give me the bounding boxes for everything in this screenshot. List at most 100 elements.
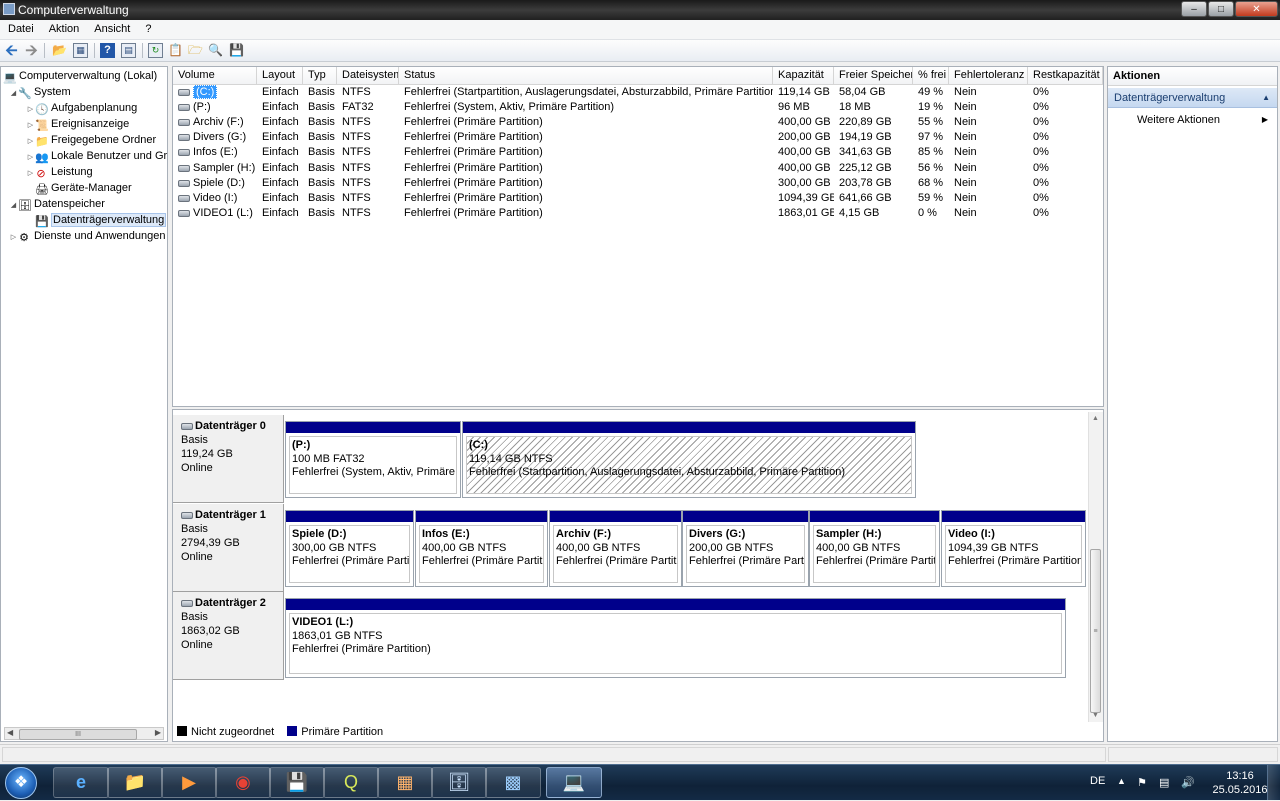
partition-block[interactable]: (P:) 100 MB FAT32 Fehlerfrei (System, Akti… xyxy=(285,421,461,498)
tree-item-leistung[interactable]: ▷ ⊘ Leistung xyxy=(26,164,93,180)
disk-label[interactable]: Datenträger 2 Basis 1863,02 GB Online xyxy=(173,592,284,680)
table-row[interactable]: Divers (G:) Einfach Basis NTFS Fehlerfrei (P… xyxy=(173,130,1103,145)
table-cell: Fehlerfrei (Primäre Partition) xyxy=(404,116,543,129)
disk-label[interactable]: Datenträger 1 Basis 2794,39 GB Online xyxy=(173,504,284,592)
column-header-5[interactable]: Kapazität xyxy=(773,67,834,84)
table-row[interactable]: Video (I:) Einfach Basis NTFS Fehlerfrei (Pr… xyxy=(173,191,1103,206)
column-header-9[interactable]: Restkapazität xyxy=(1028,67,1103,84)
network-icon[interactable]: ▤ xyxy=(1159,776,1169,789)
table-row[interactable]: Sampler (H:) Einfach Basis NTFS Fehlerfrei (… xyxy=(173,161,1103,176)
media-player-icon[interactable]: ▶ xyxy=(161,767,217,798)
tree-item-geraete-manager[interactable]: 🖨 Geräte-Manager xyxy=(35,180,132,196)
column-header-6[interactable]: Freier Speicher xyxy=(834,67,913,84)
tree-item-datenspeicher[interactable]: ◢ 🗄 Datenspeicher xyxy=(9,196,105,212)
clock[interactable]: 13:16 25.05.2016 xyxy=(1210,769,1270,797)
control-panel-icon[interactable]: ▩ xyxy=(485,767,541,798)
scroll-thumb[interactable]: III xyxy=(19,729,137,740)
up-folder-icon[interactable]: 📂 xyxy=(52,43,67,58)
computer-management-icon[interactable]: 💻 xyxy=(546,767,602,798)
column-header-8[interactable]: Fehlertoleranz xyxy=(949,67,1028,84)
tree-item-root[interactable]: 💻 Computerverwaltung (Lokal) xyxy=(3,68,157,84)
tree-item-ereignisanzeige[interactable]: ▷ 📜 Ereignisanzeige xyxy=(26,116,129,132)
table-cell: Fehlerfrei (Primäre Partition) xyxy=(404,176,543,189)
collapse-arrow-icon[interactable]: ◢ xyxy=(9,86,18,102)
partition-block[interactable]: Infos (E:) 400,00 GB NTFS Fehlerfrei (Prim… xyxy=(415,510,548,587)
volume-label: Archiv (F:) xyxy=(193,116,244,129)
partition-block[interactable]: Archiv (F:) 400,00 GB NTFS Fehlerfrei (Pri… xyxy=(549,510,682,587)
column-header-1[interactable]: Layout xyxy=(257,67,303,84)
table-row[interactable]: Archiv (F:) Einfach Basis NTFS Fehlerfrei (P… xyxy=(173,115,1103,130)
close-button[interactable]: ✕ xyxy=(1235,1,1278,17)
partition-block[interactable]: Sampler (H:) 400,00 GB NTFS Fehlerfrei (Pr… xyxy=(809,510,940,587)
collapse-up-icon[interactable]: ▲ xyxy=(1262,88,1270,108)
partition-block[interactable]: Divers (G:) 200,00 GB NTFS Fehlerfrei (Pri… xyxy=(682,510,809,587)
start-button[interactable]: ❖ xyxy=(5,767,37,799)
disk-view-scrollbar[interactable]: ▲ ≡ ▼ xyxy=(1088,412,1103,722)
expand-arrow-icon[interactable]: ▷ xyxy=(26,166,35,182)
tree-item-aufgabenplanung[interactable]: ▷ 🕓 Aufgabenplanung xyxy=(26,100,137,116)
table-row[interactable]: (C:) Einfach Basis NTFS Fehlerfrei (Startpar… xyxy=(173,85,1103,100)
export-icon[interactable]: 💾 xyxy=(229,43,244,58)
partition-block[interactable]: VIDEO1 (L:) 1863,01 GB NTFS Fehlerfrei (Pr… xyxy=(285,598,1066,678)
action-center-icon[interactable]: ⚑ xyxy=(1137,776,1147,789)
scroll-down-icon[interactable]: ▼ xyxy=(1092,712,1099,719)
expand-arrow-icon[interactable]: ▷ xyxy=(9,230,18,246)
tree-item-dienste[interactable]: ▷ ⚙ Dienste und Anwendungen xyxy=(9,228,166,244)
language-indicator[interactable]: DE xyxy=(1090,775,1105,787)
menu-aktion[interactable]: Aktion xyxy=(41,20,87,35)
window-app-icon[interactable]: ▦ xyxy=(377,767,433,798)
volume-icon[interactable]: 🔊 xyxy=(1181,776,1195,789)
tree-item-system[interactable]: ◢ 🔧 System xyxy=(9,84,71,100)
weitere-aktionen-item[interactable]: Weitere Aktionen ▶ xyxy=(1108,111,1277,129)
scroll-right-icon[interactable]: ▶ xyxy=(155,728,161,737)
scroll-up-icon[interactable]: ▲ xyxy=(1092,415,1099,422)
partition-block[interactable]: Spiele (D:) 300,00 GB NTFS Fehlerfrei (Pri… xyxy=(285,510,414,587)
table-row[interactable]: Infos (E:) Einfach Basis NTFS Fehlerfrei (Pr… xyxy=(173,145,1103,160)
disk-legend: Nicht zugeordnet Primäre Partition xyxy=(177,726,383,738)
tree-item-freigegebene-ordner[interactable]: ▷ 📁 Freigegebene Ordner xyxy=(26,132,156,148)
help-icon[interactable]: ? xyxy=(100,43,115,58)
forward-arrow-icon[interactable]: 🡪 xyxy=(24,43,39,58)
quicktime-icon[interactable]: Q xyxy=(323,767,379,798)
restore-button[interactable]: □ xyxy=(1208,1,1234,17)
rescan-icon[interactable]: 🔍 xyxy=(208,43,223,58)
table-row[interactable]: (P:) Einfach Basis FAT32 Fehlerfrei (System,… xyxy=(173,100,1103,115)
table-row[interactable]: Spiele (D:) Einfach Basis NTFS Fehlerfrei (P… xyxy=(173,176,1103,191)
show-hidden-icons-icon[interactable]: ▲ xyxy=(1117,776,1126,786)
internet-explorer-icon[interactable]: e xyxy=(53,767,109,798)
show-tree-icon[interactable]: ▦ xyxy=(73,43,88,58)
actions-section-datentraegerverwaltung[interactable]: Datenträgerverwaltung ▲ xyxy=(1108,88,1277,108)
partition-block[interactable]: (C:) 119,14 GB NTFS Fehlerfrei (Startparti… xyxy=(462,421,916,498)
tree-item-lokale-benutzer[interactable]: ▷👥Lokale Benutzer und Gruppen xyxy=(26,148,167,164)
console-icon[interactable]: ▤ xyxy=(121,43,136,58)
disk-label[interactable]: Datenträger 0 Basis 119,24 GB Online xyxy=(173,415,284,503)
partition-block[interactable]: Video (I:) 1094,39 GB NTFS Fehlerfrei (Pri… xyxy=(941,510,1086,587)
explorer-folder-icon[interactable]: 📁 xyxy=(107,767,163,798)
column-header-2[interactable]: Typ xyxy=(303,67,337,84)
scroll-left-icon[interactable]: ◀ xyxy=(7,728,13,737)
properties-icon[interactable]: 📋 xyxy=(168,43,183,58)
menu-help[interactable]: ? xyxy=(137,20,158,35)
storage-app-icon[interactable]: 🗄 xyxy=(431,767,487,798)
open-icon[interactable]: 🗁 xyxy=(188,43,203,58)
save-disk-icon[interactable]: 💾 xyxy=(269,767,325,798)
partition-details: Infos (E:) 400,00 GB NTFS Fehlerfrei (Prim… xyxy=(419,525,544,583)
menu-ansicht[interactable]: Ansicht xyxy=(86,20,137,35)
collapse-arrow-icon[interactable]: ◢ xyxy=(9,198,18,214)
tree-horizontal-scrollbar[interactable]: ◀ III ▶ xyxy=(4,727,164,740)
chrome-icon[interactable]: ◉ xyxy=(215,767,271,798)
column-header-7[interactable]: % frei xyxy=(913,67,949,84)
menu-datei[interactable]: Datei xyxy=(0,20,41,35)
taskbar: ❖ e 📁 ▶ ◉ 💾 Q ▦ 🗄 ▩ 💻 DE ▲ ⚑ ▤ 🔊 13:16 2… xyxy=(0,764,1280,800)
column-header-3[interactable]: Dateisystem xyxy=(337,67,399,84)
show-desktop-button[interactable] xyxy=(1267,765,1280,800)
column-header-4[interactable]: Status xyxy=(399,67,773,84)
scroll-thumb[interactable]: ≡ xyxy=(1090,549,1101,713)
table-row[interactable]: VIDEO1 (L:) Einfach Basis NTFS Fehlerfrei (P… xyxy=(173,206,1103,221)
refresh-icon[interactable]: ↻ xyxy=(148,43,163,58)
back-arrow-icon[interactable]: 🡨 xyxy=(4,43,19,58)
column-header-0[interactable]: Volume xyxy=(173,67,257,84)
table-cell: 220,89 GB xyxy=(839,116,892,129)
minimize-button[interactable]: – xyxy=(1181,1,1207,17)
tree-item-datentraegerverwaltung[interactable]: 💾 Datenträgerverwaltung xyxy=(35,212,167,228)
